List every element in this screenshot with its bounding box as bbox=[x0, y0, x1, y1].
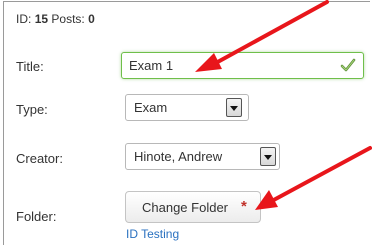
id-value: 15 bbox=[34, 12, 49, 26]
creator-select-value: Hinote, Andrew bbox=[134, 149, 223, 164]
chevron-down-icon[interactable] bbox=[260, 147, 276, 166]
required-asterisk: * bbox=[241, 198, 247, 215]
current-folder-link[interactable]: ID Testing bbox=[126, 227, 179, 241]
check-icon bbox=[340, 58, 356, 72]
change-folder-button-label: Change Folder bbox=[142, 200, 228, 215]
folder-label: Folder: bbox=[16, 209, 57, 224]
creator-select[interactable]: Hinote, Andrew bbox=[125, 143, 280, 170]
chevron-down-icon[interactable] bbox=[226, 98, 242, 117]
creator-label: Creator: bbox=[16, 151, 63, 166]
change-folder-button[interactable]: Change Folder * bbox=[125, 191, 261, 223]
title-input-value: Exam 1 bbox=[129, 58, 174, 73]
id-posts-line: ID: 15 Posts: 0 bbox=[16, 12, 95, 26]
assessment-details-panel: ID: 15 Posts: 0 Title: Exam 1 Type: Exam… bbox=[3, 1, 370, 245]
type-label: Type: bbox=[16, 102, 48, 117]
type-select-value: Exam bbox=[134, 100, 168, 115]
type-select[interactable]: Exam bbox=[125, 94, 249, 121]
title-label: Title: bbox=[16, 59, 44, 74]
id-label: ID: bbox=[16, 12, 32, 26]
posts-value: 0 bbox=[88, 12, 95, 26]
title-input[interactable]: Exam 1 bbox=[121, 52, 364, 79]
posts-label: Posts: bbox=[51, 12, 85, 26]
